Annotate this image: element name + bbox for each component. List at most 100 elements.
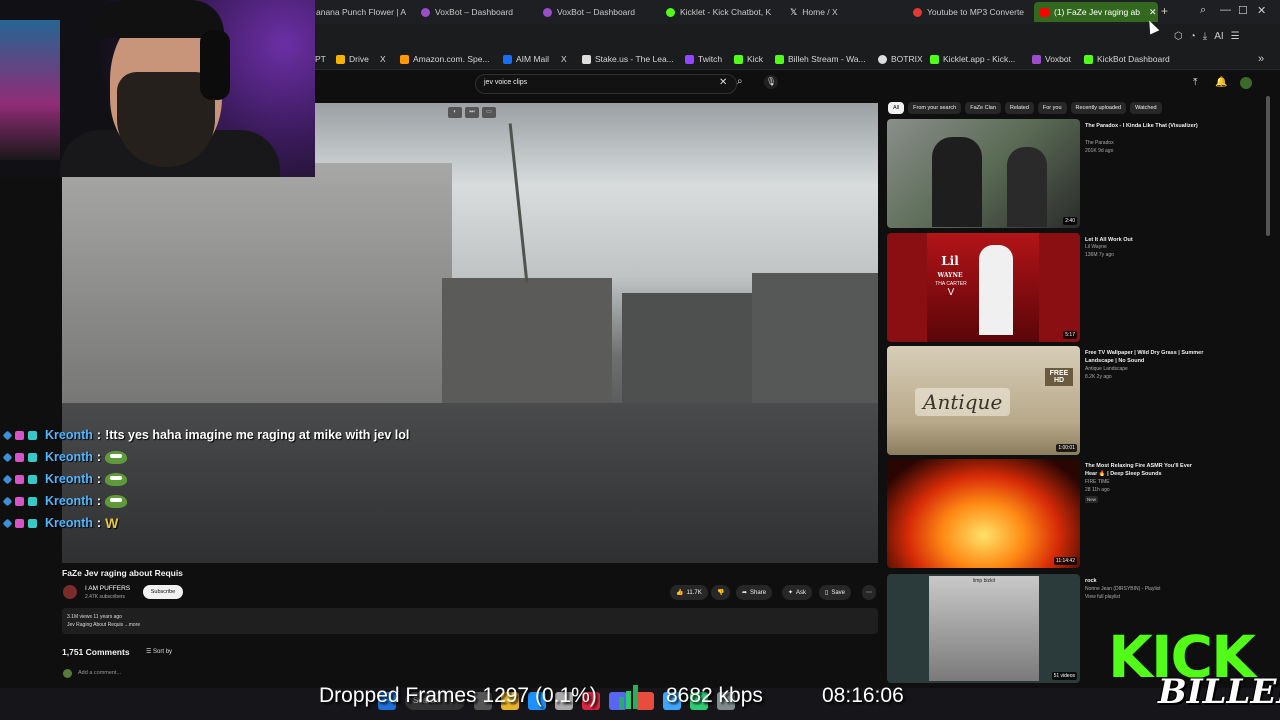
video-title[interactable]: The Paradox - I Kinda Like That (Visuali…	[1085, 122, 1205, 130]
bookmark-amazon[interactable]: Amazon.com. Spe...	[400, 54, 490, 64]
dislike-button[interactable]: 👎	[711, 585, 731, 600]
video-thumbnail[interactable]: 11:14:42	[887, 459, 1080, 568]
share-icon: ➦	[742, 590, 748, 596]
sort-comments-button[interactable]: ☰ Sort by	[146, 648, 172, 655]
video-description[interactable]: 3.1M views 11 years ago Jev Raging About…	[62, 608, 878, 634]
notifications-icon[interactable]: 🔔	[1215, 77, 1227, 88]
bookmark-aim-mail[interactable]: AIM Mail	[503, 54, 549, 64]
bookmark-voxbot[interactable]: Voxbot	[1032, 54, 1071, 64]
account-avatar[interactable]	[1240, 77, 1252, 89]
add-comment-input[interactable]: Add a comment...	[78, 670, 121, 676]
bookmark-kick[interactable]: Kick	[734, 54, 763, 64]
download-icon[interactable]: ⤓	[1203, 31, 1207, 42]
bookmark-label: X	[561, 54, 567, 64]
recommended-video[interactable]: 11:14:42 The Most Relaxing Fire ASMR You…	[887, 459, 1207, 569]
tab-youtube-active[interactable]: (1) FaZe Jev raging ab ✕	[1034, 2, 1158, 22]
channel-name[interactable]: FIRE TIME	[1085, 479, 1110, 485]
bookmark-label: Kick	[747, 54, 764, 64]
bookmark-botrix[interactable]: BOTRIX	[878, 54, 923, 64]
chip-recently-uploaded[interactable]: Recently uploaded	[1070, 102, 1127, 114]
video-title[interactable]: The Most Relaxing Fire ASMR You'll Ever …	[1085, 462, 1205, 478]
chip-all[interactable]: All	[888, 102, 905, 114]
channel-name[interactable]: Antique Landscape	[1085, 366, 1128, 372]
bookmark-label: Amazon.com. Spe...	[413, 54, 490, 64]
recommended-video[interactable]: Lil WAYNE THA CARTER V 5:17 Let It All Wor…	[887, 233, 1207, 343]
subscribe-button[interactable]: Subscribe	[143, 585, 183, 599]
bookmark-x-2[interactable]: X	[561, 54, 567, 64]
close-tab-icon[interactable]: ✕	[1149, 7, 1157, 18]
chip-faze-clan[interactable]: FaZe Clan	[965, 102, 1001, 114]
video-thumbnail[interactable]: Antique FREE HD 1:00:01	[887, 346, 1080, 455]
search-icon[interactable]: ⌕	[737, 76, 743, 87]
mod-badge-icon	[28, 496, 37, 506]
tab-x-home[interactable]: 𝕏 Home / X	[790, 2, 902, 22]
like-button[interactable]: 👍 11.7K	[670, 585, 708, 600]
billeh-logo: BILLEH	[1158, 672, 1280, 712]
channel-name[interactable]: The Paradox	[1085, 140, 1114, 146]
bookmarks-overflow-icon[interactable]: »	[1258, 53, 1264, 65]
chip-for-you[interactable]: For you	[1037, 102, 1067, 114]
profile-icon[interactable]: ◔	[1190, 31, 1196, 42]
bookmark-stake[interactable]: Stake.us - The Lea...	[582, 54, 674, 64]
channel-name[interactable]: I AM PUFFERS	[85, 585, 130, 592]
free-hd-badge: FREE HD	[1045, 368, 1073, 386]
bookmark-billeh-stream[interactable]: Billeh Stream - Wa...	[775, 54, 866, 64]
channel-avatar[interactable]	[63, 585, 77, 599]
share-button[interactable]: ➦ Share	[736, 585, 773, 600]
chip-related[interactable]: Related	[1004, 102, 1034, 114]
more-icon: ⋯	[866, 590, 872, 596]
recommended-video[interactable]: Antique FREE HD 1:00:01 Free TV Wallpape…	[887, 346, 1207, 456]
next-icon[interactable]: ⏭	[465, 107, 479, 118]
tab-kicklet[interactable]: Kicklet - Kick Chatbot, K	[666, 2, 778, 22]
minimize-button[interactable]: —	[1220, 4, 1231, 16]
ai-button[interactable]: AI	[1214, 31, 1223, 42]
captions-icon[interactable]: ▭	[482, 107, 496, 118]
save-button[interactable]: ▯ Save	[819, 585, 851, 600]
tab-label: anana Punch Flower | A	[316, 7, 407, 17]
search-input[interactable]: jev voice clips	[475, 74, 737, 94]
video-thumbnail[interactable]: Lil WAYNE THA CARTER V 5:17	[887, 233, 1080, 342]
converter-icon	[913, 7, 922, 17]
bookmark-drive[interactable]: Drive	[336, 54, 369, 64]
video-title[interactable]: Let It All Work Out	[1085, 236, 1205, 244]
tab-yt-mp3[interactable]: Youtube to MP3 Converte	[913, 2, 1025, 22]
view-full-playlist-link[interactable]: View full playlist	[1085, 594, 1120, 600]
upload-icon[interactable]: ⤒	[1193, 77, 1197, 88]
extensions-icon[interactable]: ⬡	[1174, 31, 1183, 42]
chip-from-search[interactable]: From your search	[908, 102, 962, 114]
playlist-title[interactable]: rock	[1085, 577, 1205, 585]
bookmark-label: PT	[315, 54, 326, 64]
bookmark-kicklet-app[interactable]: Kicklet.app - Kick...	[930, 54, 1015, 64]
tab-voxbot-2[interactable]: VoxBot – Dashboard	[543, 2, 655, 22]
webcam-overlay	[0, 0, 315, 177]
ask-button[interactable]: ✦ Ask	[782, 585, 813, 600]
tab-banana-punch[interactable]: anana Punch Flower | A	[316, 2, 408, 22]
tab-voxbot-1[interactable]: VoxBot – Dashboard	[421, 2, 533, 22]
autoplay-icon[interactable]: ◐	[448, 107, 462, 118]
chip-watched[interactable]: Watched	[1130, 102, 1162, 114]
youtube-icon	[1040, 7, 1049, 17]
bookmark-twitch[interactable]: Twitch	[685, 54, 722, 64]
new-tab-button[interactable]: +	[1161, 4, 1168, 18]
video-title[interactable]: Free TV Wallpaper | Wild Dry Grass | Sum…	[1085, 349, 1205, 365]
microphone-icon[interactable]: 🎙	[764, 75, 778, 89]
badge-icon	[2, 430, 13, 440]
page-scrollbar[interactable]	[1266, 96, 1270, 236]
bookmark-pt[interactable]: PT	[315, 54, 326, 64]
video-thumbnail[interactable]: 2:40	[887, 119, 1080, 228]
amazon-icon	[400, 54, 409, 64]
playlist-owner[interactable]: Norine Jean (DIRSYBIN) - Playlist	[1085, 586, 1161, 592]
clear-search-icon[interactable]: ✕	[719, 77, 727, 88]
bookmark-kickbot[interactable]: KickBot Dashboard	[1084, 54, 1170, 64]
search-tabs-icon[interactable]: ⌕	[1200, 4, 1206, 17]
menu-icon[interactable]: ☰	[1231, 31, 1240, 42]
video-duration: 2:40	[1063, 217, 1077, 225]
bookmark-x[interactable]: X	[380, 54, 386, 64]
close-window-button[interactable]: ✕	[1257, 4, 1266, 17]
channel-name[interactable]: Lil Wayne	[1085, 244, 1107, 250]
playlist-thumbnail[interactable]: limp bizkit 51 videos	[887, 574, 1080, 683]
recommended-video[interactable]: 2:40 The Paradox - I Kinda Like That (Vi…	[887, 119, 1207, 229]
maximize-button[interactable]: ☐	[1238, 4, 1248, 17]
webcam-headset	[200, 30, 230, 100]
more-actions-button[interactable]: ⋯	[862, 585, 876, 600]
